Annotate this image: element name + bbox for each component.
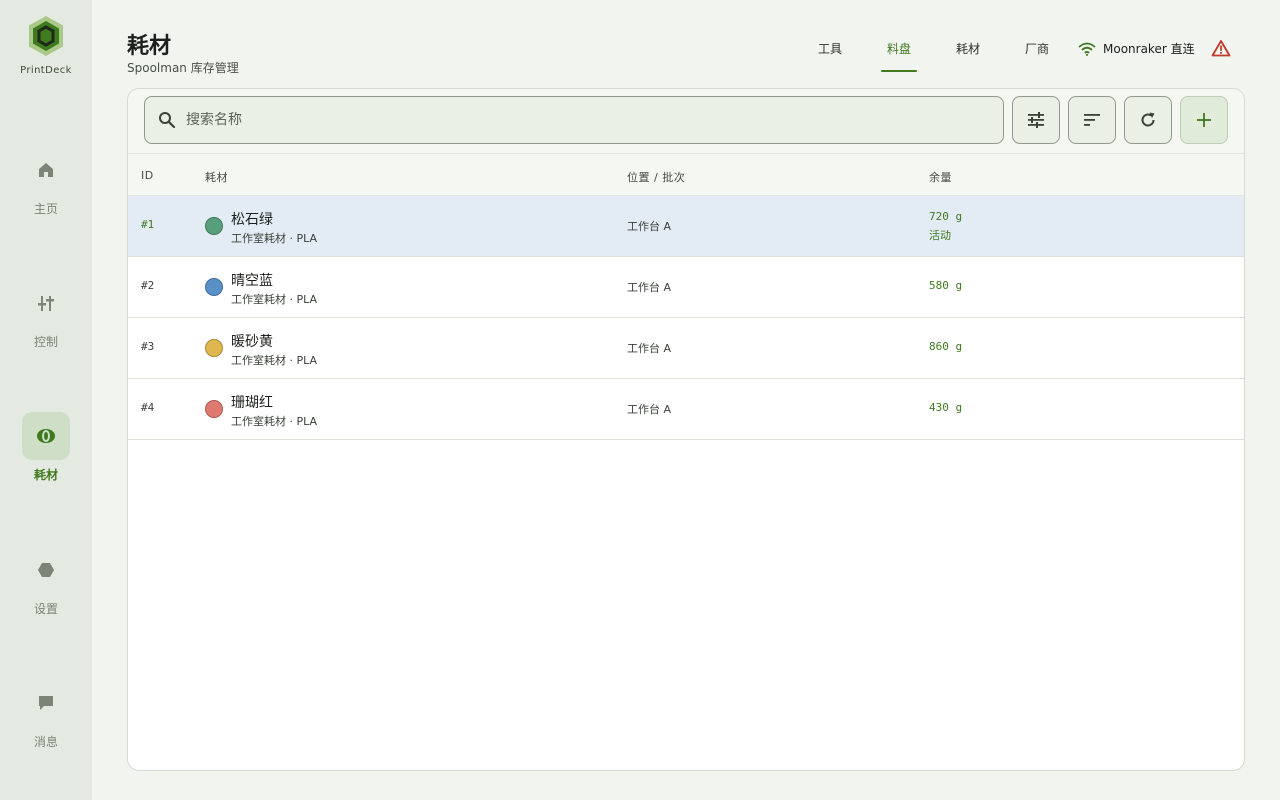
column-header-filament: 耗材: [205, 171, 228, 184]
tab-tools[interactable]: 工具: [814, 40, 846, 72]
sidebar-item-label: 耗材: [33, 468, 58, 482]
column-header-id: ID: [141, 169, 154, 182]
sidebar-item-control[interactable]: 控制: [0, 279, 92, 350]
tab-filaments[interactable]: 耗材: [952, 40, 984, 72]
spool-meta: 工作室耗材 · PLA: [231, 415, 318, 428]
refresh-button[interactable]: [1124, 96, 1172, 144]
color-swatch: [205, 217, 223, 235]
spool-name: 暖砂黄: [231, 334, 273, 350]
sidebar-item-home[interactable]: 主页: [0, 146, 92, 217]
column-header-location: 位置 / 批次: [627, 171, 686, 184]
sliders-icon: [38, 296, 54, 311]
sidebar-item-label: 消息: [33, 735, 58, 749]
spool-location: 工作台 A: [627, 342, 672, 355]
wifi-icon: [1078, 42, 1096, 56]
tab-vendors[interactable]: 厂商: [1021, 40, 1053, 72]
printdeck-logo-icon: [29, 16, 63, 56]
search-box[interactable]: [144, 96, 1004, 144]
column-header-remaining: 余量: [929, 171, 952, 184]
spool-location: 工作台 A: [627, 220, 672, 233]
spool-name: 珊瑚红: [231, 395, 273, 411]
search-input[interactable]: [186, 112, 966, 128]
sidebar: PrintDeck 主页 控制 耗材 设置 消息: [0, 0, 92, 800]
spool-id: #2: [141, 279, 155, 292]
spool-meta: 工作室耗材 · PLA: [231, 293, 318, 306]
tab-label: 工具: [817, 42, 842, 56]
spool-name: 松石绿: [231, 212, 273, 228]
brand: PrintDeck: [0, 14, 92, 76]
sidebar-item-label: 主页: [33, 202, 58, 216]
hexagon-settings-icon: [38, 563, 54, 577]
toolbar: [128, 89, 1244, 153]
refresh-icon: [1141, 112, 1155, 127]
sidebar-item-filament[interactable]: 耗材: [0, 412, 92, 483]
table-header: ID 耗材 位置 / 批次 余量: [128, 153, 1244, 196]
table-row[interactable]: #3 暖砂黄 工作室耗材 · PLA 工作台 A 860 g: [128, 318, 1244, 379]
spool-remaining: 720 g: [929, 210, 963, 223]
tab-label: 厂商: [1024, 42, 1049, 56]
spool-status: 活动: [929, 229, 951, 242]
connection-status[interactable]: Moonraker 直连: [1078, 40, 1195, 57]
tune-icon: [1028, 112, 1044, 128]
spool-meta: 工作室耗材 · PLA: [231, 232, 318, 245]
table-row[interactable]: #4 珊瑚红 工作室耗材 · PLA 工作台 A 430 g: [128, 379, 1244, 440]
spool-location: 工作台 A: [627, 281, 672, 294]
spool-remaining: 580 g: [929, 279, 963, 292]
sidebar-item-settings[interactable]: 设置: [0, 546, 92, 617]
spool-id: #4: [141, 401, 155, 414]
plus-icon: [1197, 113, 1211, 127]
connection-label: Moonraker 直连: [1103, 42, 1195, 56]
tab-label: 耗材: [955, 42, 980, 56]
page-subtitle: Spoolman 库存管理: [127, 61, 239, 75]
sort-button[interactable]: [1068, 96, 1116, 144]
tab-label: 料盘: [886, 42, 911, 56]
filament-spool-icon: [37, 429, 55, 443]
chat-bubble-icon: [39, 696, 53, 710]
tab-spools[interactable]: 料盘: [881, 40, 917, 72]
page-title: 耗材: [127, 34, 172, 59]
color-swatch: [205, 400, 223, 418]
spool-id: #1: [141, 218, 155, 231]
sidebar-item-messages[interactable]: 消息: [0, 679, 92, 750]
sidebar-item-label: 设置: [33, 602, 58, 616]
sort-icon: [1084, 114, 1100, 126]
search-icon: [159, 112, 176, 129]
home-icon: [39, 163, 53, 177]
brand-name: PrintDeck: [20, 65, 72, 76]
add-spool-button[interactable]: [1180, 96, 1228, 144]
color-swatch: [205, 339, 223, 357]
spool-location: 工作台 A: [627, 403, 672, 416]
spool-remaining: 430 g: [929, 401, 963, 414]
spool-meta: 工作室耗材 · PLA: [231, 354, 318, 367]
spool-remaining: 860 g: [929, 340, 963, 353]
color-swatch: [205, 278, 223, 296]
spool-list-card: ID 耗材 位置 / 批次 余量 #1 松石绿 工作室耗材 · PLA 工作台 …: [127, 88, 1245, 771]
spool-name: 晴空蓝: [231, 273, 273, 289]
table-row[interactable]: #1 松石绿 工作室耗材 · PLA 工作台 A 720 g 活动: [128, 196, 1244, 257]
table-row[interactable]: #2 晴空蓝 工作室耗材 · PLA 工作台 A 580 g: [128, 257, 1244, 318]
sidebar-item-label: 控制: [33, 335, 58, 349]
spool-id: #3: [141, 340, 155, 353]
warning-icon[interactable]: [1211, 39, 1231, 57]
filter-button[interactable]: [1012, 96, 1060, 144]
